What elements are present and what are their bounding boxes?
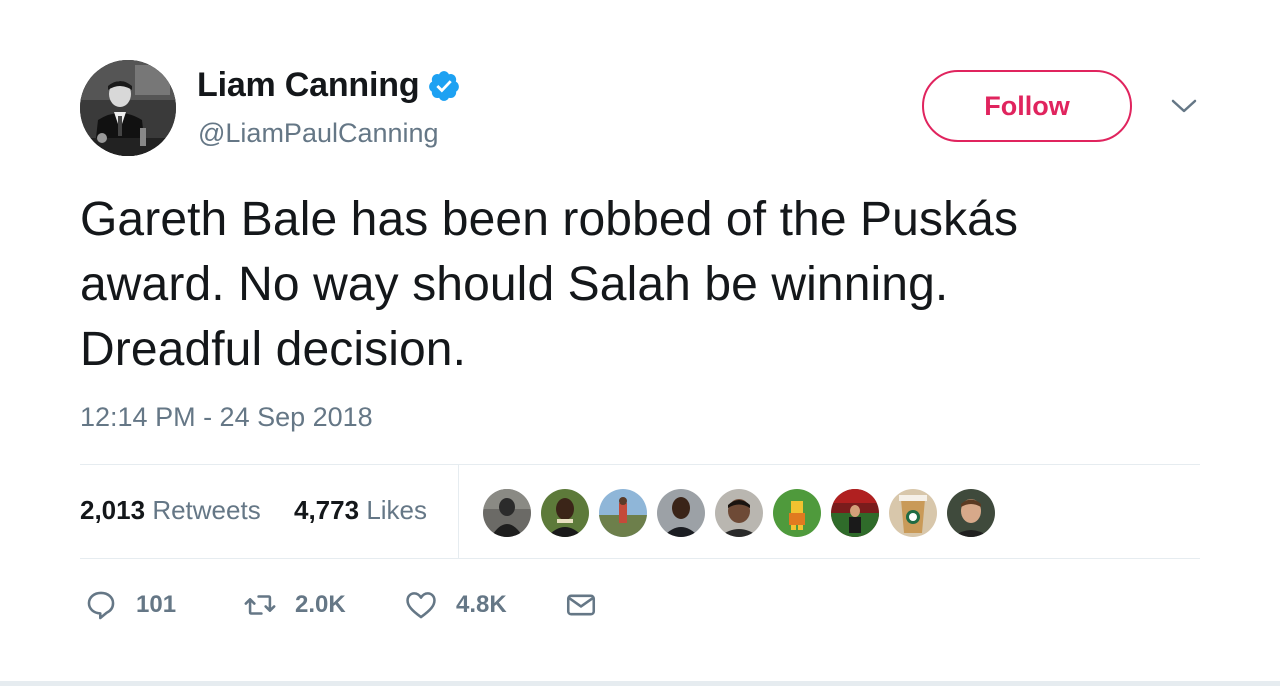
liker-avatar[interactable] (599, 489, 647, 537)
like-button[interactable]: 4.8K (404, 585, 507, 625)
verified-badge-icon (429, 70, 460, 101)
avatar[interactable] (80, 60, 176, 156)
retweet-button[interactable]: 2.0K (243, 585, 346, 625)
reply-count: 101 (136, 591, 177, 618)
retweets-label: Retweets (152, 495, 261, 525)
tweet-text-line: award. No way should Salah be winning. (80, 258, 949, 311)
follow-button[interactable]: Follow (922, 70, 1132, 142)
liker-avatar[interactable] (773, 489, 821, 537)
likes-label: Likes (366, 495, 428, 525)
liker-avatar[interactable] (541, 489, 589, 537)
likes-stat[interactable]: 4,773 Likes (294, 495, 427, 526)
heart-icon (406, 592, 436, 619)
name-row: Liam Canning (197, 66, 461, 105)
display-name[interactable]: Liam Canning (197, 66, 420, 105)
likes-count: 4,773 (294, 495, 360, 525)
reply-icon (87, 591, 115, 620)
user-handle[interactable]: @LiamPaulCanning (198, 118, 439, 149)
chevron-down-icon[interactable] (1170, 96, 1198, 116)
reply-button[interactable]: 101 (84, 585, 176, 625)
liker-avatar[interactable] (831, 489, 879, 537)
direct-message-button[interactable] (564, 585, 598, 625)
liker-avatar[interactable] (657, 489, 705, 537)
retweets-count: 2,013 (80, 495, 146, 525)
liker-avatar[interactable] (483, 489, 531, 537)
liker-avatar[interactable] (947, 489, 995, 537)
like-count: 4.8K (456, 591, 507, 618)
tweet-header: Liam Canning @LiamPaulCanning Follow (80, 58, 1200, 158)
tweet-text: Gareth Bale has been robbed of the Puská… (80, 187, 1200, 382)
tweet-text-line: Gareth Bale has been robbed of the Puská… (80, 193, 1019, 246)
liker-avatar[interactable] (889, 489, 937, 537)
stats-divider (458, 465, 459, 559)
tweet-stats: 2,013 Retweets 4,773 Likes (80, 464, 1200, 559)
retweet-icon (244, 595, 276, 615)
liker-avatar[interactable] (715, 489, 763, 537)
bottom-divider (0, 681, 1280, 686)
tweet-actions: 101 2.0K 4.8K (80, 585, 680, 625)
tweet-text-line: Dreadful decision. (80, 323, 467, 376)
retweets-stat[interactable]: 2,013 Retweets (80, 495, 261, 526)
tweet-timestamp[interactable]: 12:14 PM - 24 Sep 2018 (80, 402, 373, 433)
tweet-card: Liam Canning @LiamPaulCanning Follow Gar… (0, 0, 1280, 686)
envelope-icon (566, 594, 596, 616)
retweet-count: 2.0K (295, 591, 346, 618)
